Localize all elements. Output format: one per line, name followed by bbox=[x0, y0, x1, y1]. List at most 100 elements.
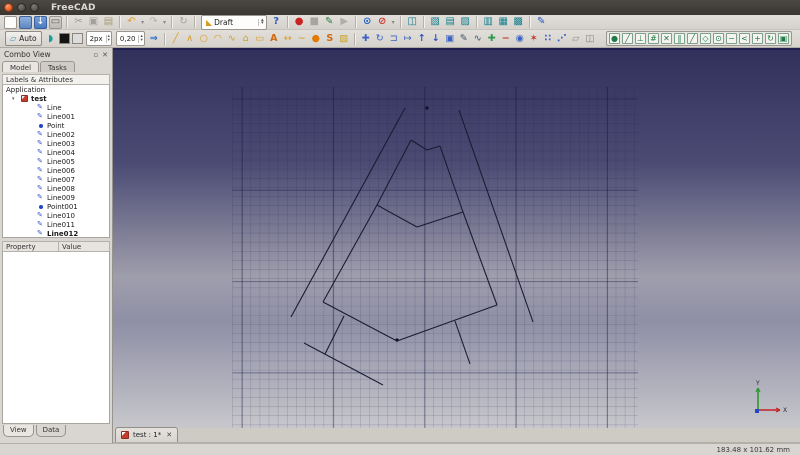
redo-icon[interactable]: ↷ bbox=[147, 16, 160, 29]
draft-bspline-icon[interactable]: ∿ bbox=[226, 32, 238, 45]
tree-item-point[interactable]: Point bbox=[3, 121, 109, 130]
snap-near-icon[interactable]: < bbox=[739, 33, 750, 44]
draft-wire-to-bspline-icon[interactable]: ∿ bbox=[472, 32, 484, 45]
snap-grid-icon[interactable]: # bbox=[648, 33, 659, 44]
draft-wire-icon[interactable]: ∧ bbox=[184, 32, 196, 45]
draw-style-icon[interactable]: ⊘ bbox=[376, 16, 389, 29]
draft-trimex-icon[interactable]: ↦ bbox=[402, 32, 414, 45]
model-tree[interactable]: Application ▾ test ✎ Line ✎ Line001 Point ✎ Line0… bbox=[2, 85, 110, 238]
draft-del-point-icon[interactable]: − bbox=[500, 32, 512, 45]
spinner-arrows-icon[interactable]: ▴ ▾ bbox=[138, 34, 143, 43]
draft-bezier-icon[interactable]: ∼ bbox=[296, 32, 308, 45]
view-top-icon[interactable]: ▤ bbox=[444, 16, 457, 29]
draft-facebinder-icon[interactable]: ▨ bbox=[338, 32, 350, 45]
draft-edit-icon[interactable]: ✎ bbox=[458, 32, 470, 45]
panel-close-icon[interactable]: ✕ bbox=[102, 51, 108, 59]
snap-endpoint-icon[interactable]: ╱ bbox=[622, 33, 633, 44]
draft-clone-icon[interactable]: ▱ bbox=[570, 32, 582, 45]
3d-viewport[interactable]: YX bbox=[113, 48, 800, 428]
expander-icon[interactable]: ▾ bbox=[12, 96, 15, 102]
snap-center-icon[interactable]: ⊙ bbox=[713, 33, 724, 44]
draft-shape2dview-icon[interactable]: ◉ bbox=[514, 32, 526, 45]
draft-text-icon[interactable]: A bbox=[268, 32, 280, 45]
draft-dimension-icon[interactable]: ↔ bbox=[282, 32, 294, 45]
draft-move-icon[interactable]: ✚ bbox=[360, 32, 372, 45]
macro-play-icon[interactable]: ▶ bbox=[338, 16, 351, 29]
draft-path-array-icon[interactable]: ⋰ bbox=[556, 32, 568, 45]
text-scale-spinner[interactable]: 0,20 ▴ ▾ bbox=[115, 31, 145, 46]
draw-style-dropdown[interactable]: ▾ bbox=[390, 19, 397, 26]
draft-add-point-icon[interactable]: ✚ bbox=[486, 32, 498, 45]
line-color-swatch[interactable] bbox=[58, 33, 70, 44]
draft-array-icon[interactable]: ∷ bbox=[542, 32, 554, 45]
refresh-icon[interactable]: ↻ bbox=[177, 16, 190, 29]
snap-dimensions-icon[interactable]: − bbox=[726, 33, 737, 44]
tab-view[interactable]: View bbox=[3, 425, 34, 437]
tree-item-line011[interactable]: ✎ Line011 bbox=[3, 220, 109, 229]
tree-item-line003[interactable]: ✎ Line003 bbox=[3, 139, 109, 148]
tree-item-line012[interactable]: ✎ Line012 bbox=[3, 229, 109, 238]
tree-item-line008[interactable]: ✎ Line008 bbox=[3, 184, 109, 193]
draft-point-icon[interactable]: ● bbox=[310, 32, 322, 45]
tree-item-line010[interactable]: ✎ Line010 bbox=[3, 211, 109, 220]
combo-arrows-icon[interactable]: ▴ ▾ bbox=[258, 17, 264, 26]
save-icon[interactable]: ↓ bbox=[34, 15, 47, 29]
line-width-spinner[interactable]: 2px ▴ ▾ bbox=[85, 31, 112, 46]
draft-line-7[interactable] bbox=[416, 211, 464, 228]
property-table-body[interactable] bbox=[2, 252, 110, 424]
print-icon[interactable]: ▭ bbox=[49, 15, 62, 29]
draft-line-12[interactable] bbox=[324, 315, 345, 355]
view-rear-icon[interactable]: ▥ bbox=[482, 16, 495, 29]
draft-offset-icon[interactable]: ⊐ bbox=[388, 32, 400, 45]
draft-circle-icon[interactable]: ○ bbox=[198, 32, 210, 45]
draft-line-13[interactable] bbox=[303, 342, 384, 386]
draft-upgrade-icon[interactable]: ↑ bbox=[416, 32, 428, 45]
tree-item-line007[interactable]: ✎ Line007 bbox=[3, 175, 109, 184]
snap-angle-icon[interactable]: ◇ bbox=[700, 33, 711, 44]
workbench-selector[interactable]: ◣ Draft ▴ ▾ bbox=[201, 14, 267, 30]
draft-line-9[interactable] bbox=[396, 304, 498, 342]
tree-item-line002[interactable]: ✎ Line002 bbox=[3, 130, 109, 139]
tab-close-icon[interactable]: ✕ bbox=[166, 431, 172, 439]
cut-icon[interactable]: ✂ bbox=[72, 16, 85, 29]
new-file-icon[interactable] bbox=[4, 15, 17, 29]
snap-grid-toggle-icon[interactable]: ▣ bbox=[778, 33, 789, 44]
draft-rectangle-icon[interactable]: ▭ bbox=[254, 32, 266, 45]
snap-extension-icon[interactable]: ╱ bbox=[687, 33, 698, 44]
snap-special-icon[interactable]: ↻ bbox=[765, 33, 776, 44]
draft-line-icon[interactable]: ╱ bbox=[170, 32, 182, 45]
document-tab[interactable]: test : 1* ✕ bbox=[115, 427, 179, 442]
draft-line-11[interactable] bbox=[322, 204, 378, 303]
tree-item-test[interactable]: ▾ test bbox=[3, 94, 109, 103]
snap-intersection-icon[interactable]: ✕ bbox=[661, 33, 672, 44]
tree-item-line006[interactable]: ✎ Line006 bbox=[3, 166, 109, 175]
construction-mode-icon[interactable]: ◗ bbox=[45, 32, 57, 45]
view-right-icon[interactable]: ▨ bbox=[459, 16, 472, 29]
snap-lock-icon[interactable]: ● bbox=[609, 33, 620, 44]
tab-tasks[interactable]: Tasks bbox=[40, 61, 75, 72]
draft-rotate-icon[interactable]: ↻ bbox=[374, 32, 386, 45]
draft-polygon-icon[interactable]: ⌂ bbox=[240, 32, 252, 45]
macro-edit-icon[interactable]: ✎ bbox=[323, 16, 336, 29]
tree-item-line004[interactable]: ✎ Line004 bbox=[3, 148, 109, 157]
draft-line-8[interactable] bbox=[462, 211, 498, 306]
draft-scale-icon[interactable]: ▣ bbox=[444, 32, 456, 45]
draft-shapestring-icon[interactable]: S bbox=[324, 32, 336, 45]
tree-item-line005[interactable]: ✎ Line005 bbox=[3, 157, 109, 166]
redo-dropdown[interactable]: ▾ bbox=[161, 19, 168, 26]
undo-dropdown[interactable]: ▾ bbox=[139, 19, 146, 26]
apply-style-icon[interactable]: ⇒ bbox=[148, 32, 160, 45]
snap-perpendicular-icon[interactable]: ⊥ bbox=[635, 33, 646, 44]
dock-float-icon[interactable]: ▫ bbox=[93, 51, 98, 59]
tree-item-line001[interactable]: ✎ Line001 bbox=[3, 112, 109, 121]
undo-icon[interactable]: ↶ bbox=[125, 16, 138, 29]
face-color-swatch[interactable] bbox=[71, 33, 83, 44]
fit-all-icon[interactable]: ⊙ bbox=[361, 16, 374, 29]
working-plane-auto-button[interactable]: ▱ Auto bbox=[5, 31, 42, 46]
window-minimize-button[interactable] bbox=[17, 3, 26, 12]
draft-mirror-icon[interactable]: ◫ bbox=[584, 32, 596, 45]
snap-ortho-icon[interactable]: + bbox=[752, 33, 763, 44]
draft-to-sketch-icon[interactable]: ✶ bbox=[528, 32, 540, 45]
view-front-icon[interactable]: ▧ bbox=[429, 16, 442, 29]
tree-item-point001[interactable]: Point001 bbox=[3, 202, 109, 211]
